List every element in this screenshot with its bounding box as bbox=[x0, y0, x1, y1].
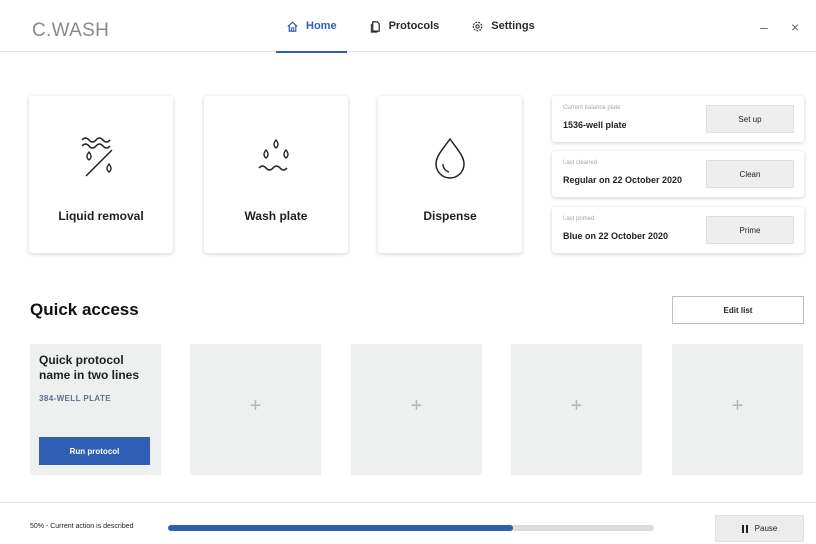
droplet-icon bbox=[435, 137, 465, 179]
status-caption: Last primed bbox=[563, 216, 595, 222]
status-value: 1536-well plate bbox=[563, 120, 627, 130]
quick-protocol-card: Quick protocol name in two lines 384-WEL… bbox=[30, 344, 161, 475]
run-protocol-button[interactable]: Run protocol bbox=[39, 437, 150, 465]
progress-fill bbox=[168, 525, 514, 531]
tile-liquid-removal[interactable]: Liquid removal bbox=[29, 96, 173, 253]
progress-track bbox=[168, 525, 654, 531]
add-quick-slot[interactable]: + bbox=[190, 344, 321, 475]
set-up-button[interactable]: Set up bbox=[706, 105, 794, 133]
tile-wash-plate-label: Wash plate bbox=[244, 209, 308, 223]
edit-list-button[interactable]: Edit list bbox=[672, 296, 804, 324]
home-icon bbox=[287, 21, 298, 32]
pause-icon bbox=[741, 524, 748, 533]
document-icon bbox=[370, 20, 380, 33]
status-caption: Last cleaned bbox=[563, 160, 598, 166]
plus-icon: + bbox=[410, 395, 423, 417]
pause-label: Pause bbox=[754, 524, 778, 533]
tile-dispense-label: Dispense bbox=[423, 209, 477, 223]
tab-home-label: Home bbox=[306, 20, 337, 32]
tab-settings-label: Settings bbox=[491, 20, 535, 32]
add-quick-slot[interactable]: + bbox=[351, 344, 482, 475]
plus-icon: + bbox=[249, 395, 262, 417]
add-quick-slot[interactable]: + bbox=[511, 344, 642, 475]
progress-label: 50% - Current action is described bbox=[30, 523, 134, 530]
status-caption: Current balance plate bbox=[563, 105, 621, 111]
wash-plate-icon bbox=[258, 138, 289, 171]
main-nav: Home Protocols Settings bbox=[270, 0, 551, 53]
tile-dispense[interactable]: Dispense bbox=[378, 96, 522, 253]
quick-access-title: Quick access bbox=[30, 300, 139, 319]
status-card-last-cleaned: Last cleaned Regular on 22 October 2020 … bbox=[552, 151, 804, 197]
status-bar: 50% - Current action is described Pause bbox=[0, 502, 816, 544]
status-card-last-primed: Last primed Blue on 22 October 2020 Prim… bbox=[552, 207, 804, 253]
top-bar: C.WASH Home Protocols Settings – × bbox=[0, 0, 816, 53]
plus-icon: + bbox=[731, 395, 744, 417]
minimize-button[interactable]: – bbox=[760, 20, 768, 34]
status-card-balance-plate: Current balance plate 1536-well plate Se… bbox=[552, 96, 804, 142]
protocol-plate-type: 384-WELL PLATE bbox=[39, 394, 111, 403]
status-value: Regular on 22 October 2020 bbox=[563, 175, 683, 185]
pause-button[interactable]: Pause bbox=[715, 515, 804, 542]
prime-button[interactable]: Prime bbox=[706, 216, 794, 244]
tab-settings[interactable]: Settings bbox=[455, 0, 550, 52]
tab-protocols-label: Protocols bbox=[388, 20, 440, 32]
tab-protocols[interactable]: Protocols bbox=[353, 0, 456, 52]
protocol-name: Quick protocol name in two lines bbox=[39, 353, 140, 382]
close-button[interactable]: × bbox=[791, 20, 799, 34]
gear-icon bbox=[472, 21, 483, 31]
tile-liquid-removal-label: Liquid removal bbox=[58, 209, 144, 223]
status-value: Blue on 22 October 2020 bbox=[563, 231, 669, 241]
clean-button[interactable]: Clean bbox=[706, 160, 794, 188]
add-quick-slot[interactable]: + bbox=[672, 344, 803, 475]
tile-wash-plate[interactable]: Wash plate bbox=[204, 96, 348, 253]
app-title: C.WASH bbox=[32, 20, 110, 41]
liquid-removal-icon bbox=[81, 137, 113, 177]
plus-icon: + bbox=[570, 395, 583, 417]
tab-home[interactable]: Home bbox=[270, 0, 353, 53]
